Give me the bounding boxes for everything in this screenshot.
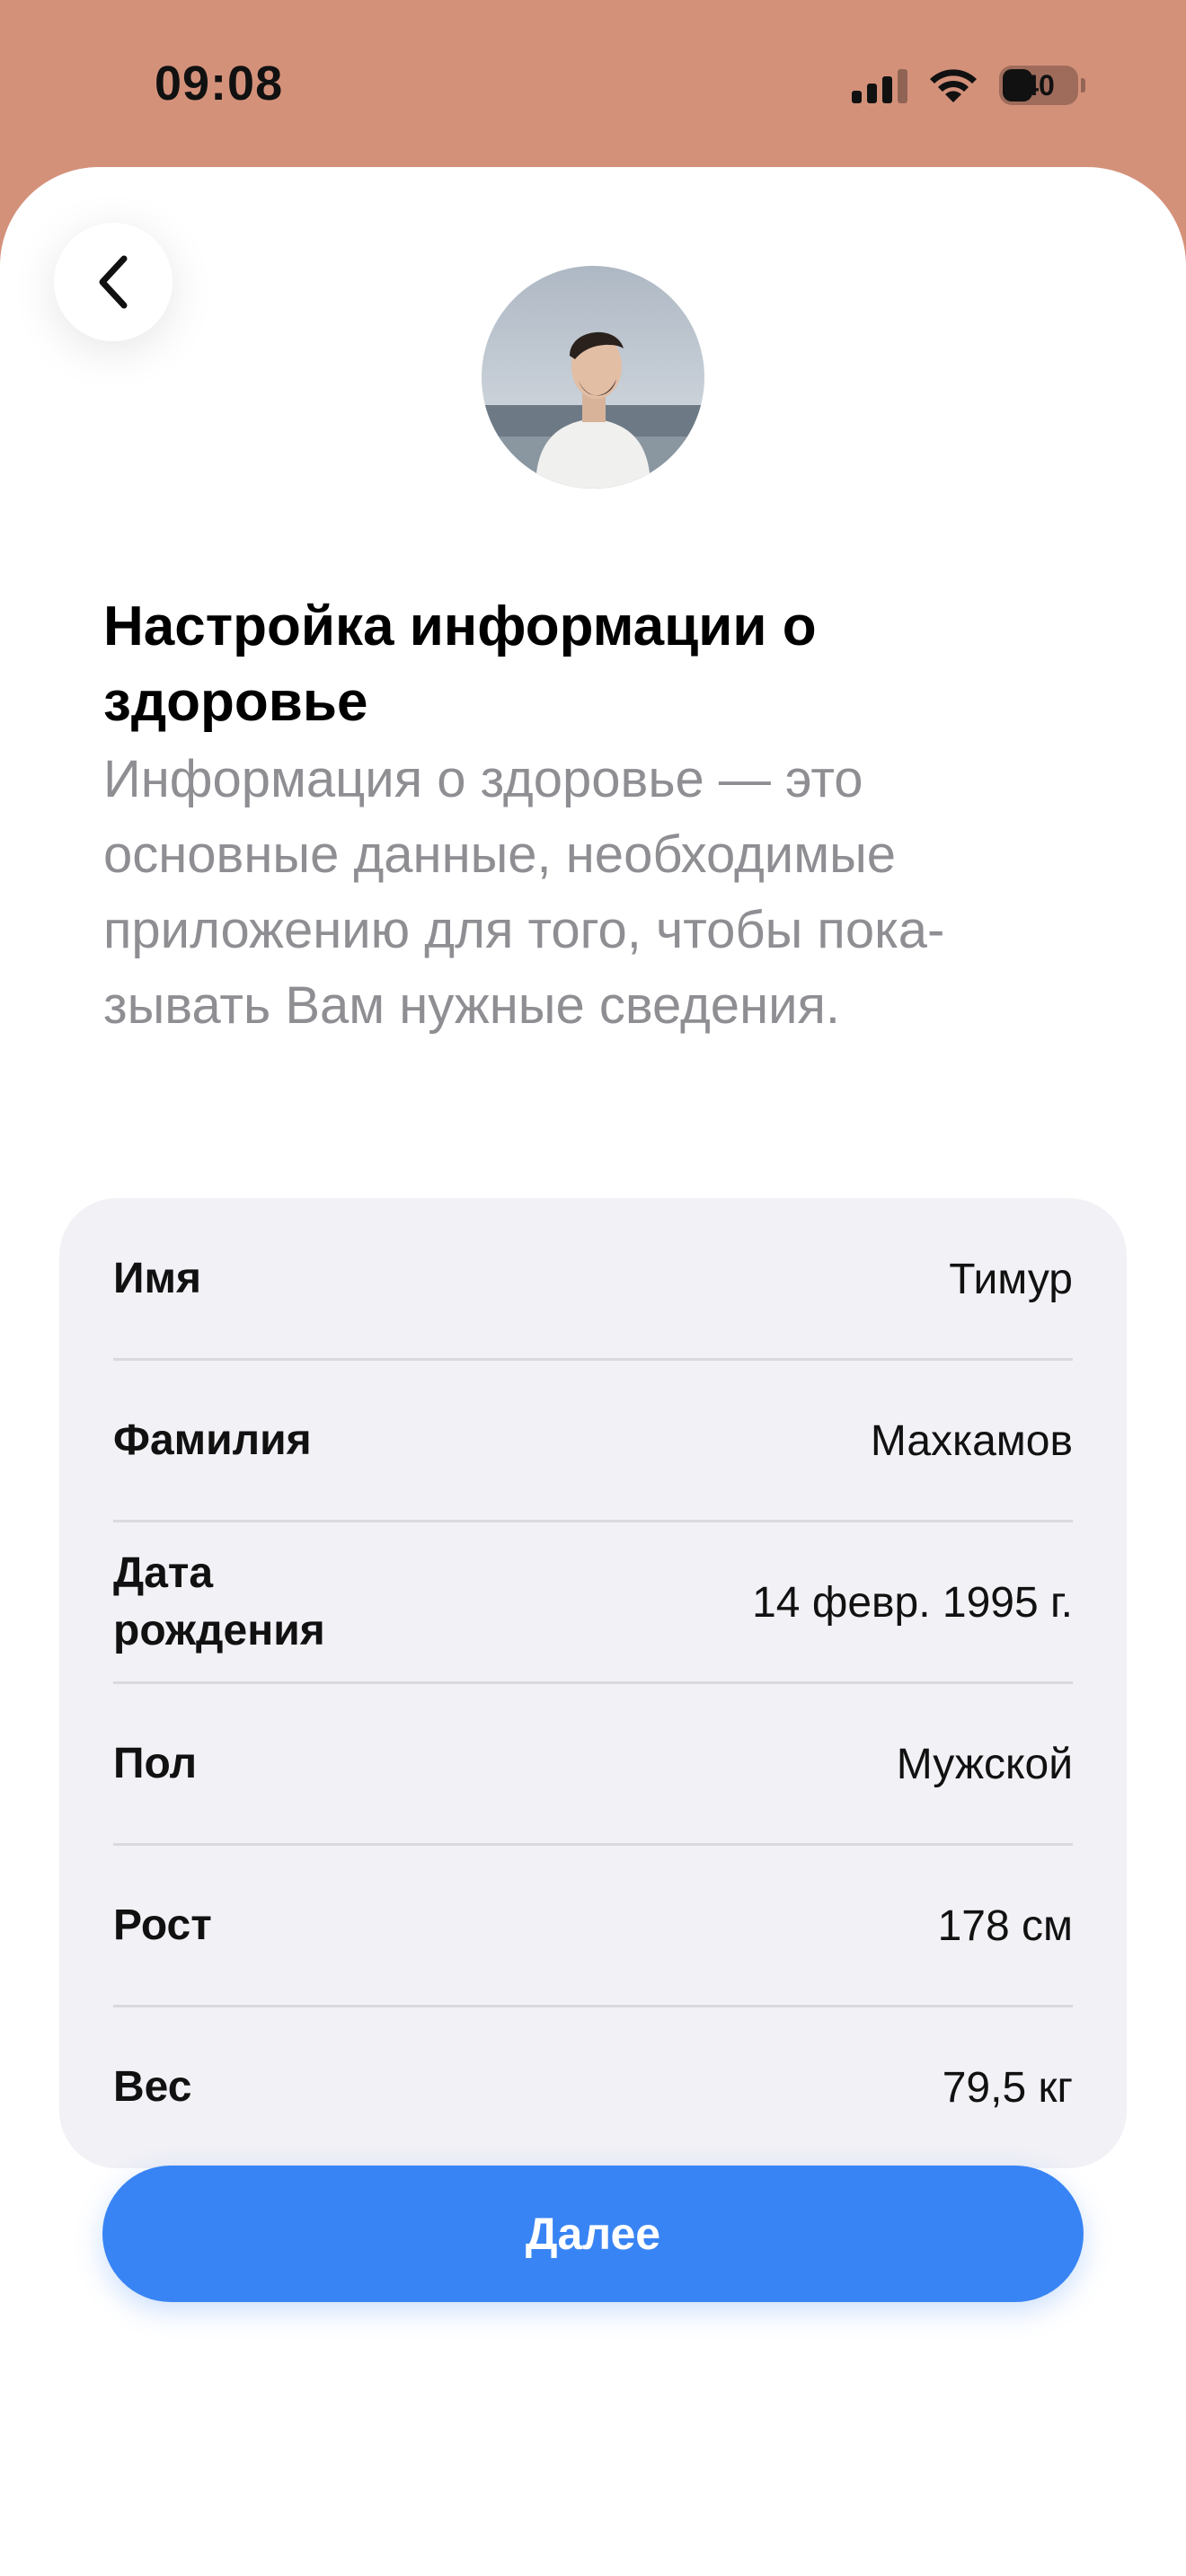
health-info-card: Имя Тимур Фамилия Махкамов Дата рождения…	[59, 1198, 1127, 2168]
chevron-left-icon	[99, 255, 128, 309]
health-setup-sheet: Настройка информации о здоровье Информац…	[0, 167, 1186, 2576]
page-title: Настройка информации о здоровье	[103, 595, 817, 733]
back-button[interactable]	[54, 223, 173, 341]
status-bar: 09:08 40	[0, 0, 1186, 171]
sex-value: Мужской	[896, 1740, 1073, 1788]
battery-icon: 40	[999, 66, 1085, 105]
last-name-value: Махкамов	[870, 1416, 1073, 1465]
info-row-sex[interactable]: Пол Мужской	[113, 1683, 1073, 1845]
info-row-weight[interactable]: Вес 79,5 кг	[113, 2007, 1073, 2168]
wifi-icon	[927, 66, 979, 104]
first-name-label: Имя	[113, 1255, 202, 1302]
avatar[interactable]	[482, 266, 704, 489]
battery-level: 40	[1022, 68, 1055, 101]
status-icons: 40	[852, 63, 1085, 108]
birth-date-value: 14 февр. 1995 г.	[752, 1578, 1073, 1627]
cellular-signal-icon	[852, 67, 907, 103]
sex-label: Пол	[113, 1740, 198, 1787]
info-row-birth-date[interactable]: Дата рождения 14 февр. 1995 г.	[113, 1522, 1073, 1683]
page-description: Информация о здоровье — это основные дан…	[103, 750, 945, 1035]
weight-value: 79,5 кг	[942, 2063, 1073, 2112]
next-button[interactable]: Далее	[102, 2166, 1084, 2302]
last-name-label: Фамилия	[113, 1416, 312, 1464]
first-name-value: Тимур	[949, 1255, 1073, 1303]
info-row-height[interactable]: Рост 178 см	[113, 1845, 1073, 2007]
height-label: Рост	[113, 1901, 212, 1949]
info-row-first-name[interactable]: Имя Тимур	[113, 1198, 1073, 1360]
height-value: 178 см	[937, 1901, 1073, 1950]
info-row-last-name[interactable]: Фамилия Махкамов	[113, 1360, 1073, 1522]
weight-label: Вес	[113, 2063, 192, 2111]
status-time: 09:08	[155, 57, 284, 110]
birth-date-label: Дата рождения	[113, 1549, 325, 1654]
